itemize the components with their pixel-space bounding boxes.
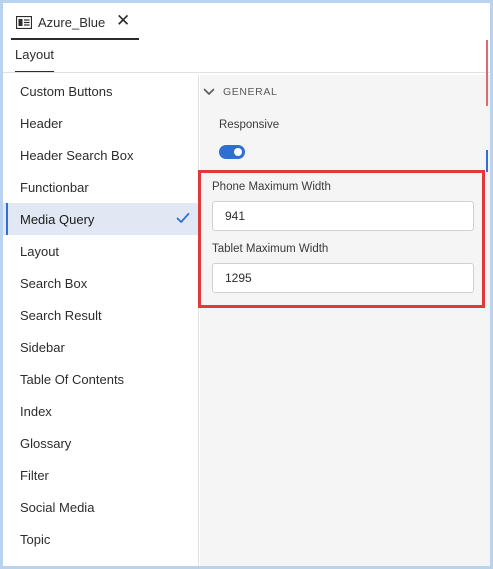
sidebar-item-topic[interactable]: Topic [3, 523, 198, 555]
properties-panel: GENERAL Responsive Phone Maximum Width T… [198, 75, 490, 566]
responsive-label: Responsive [219, 119, 280, 131]
sidebar-item-label: Custom Buttons [20, 83, 113, 99]
toggle-knob [234, 148, 242, 156]
sidebar-item-glossary[interactable]: Glossary [3, 427, 198, 459]
sidebar-item-label: Media Query [20, 211, 95, 227]
tab-divider [3, 72, 490, 73]
sidebar-item-header-search-box[interactable]: Header Search Box [3, 139, 198, 171]
sidebar-item-table-of-contents[interactable]: Table Of Contents [3, 363, 198, 395]
scrollbar-accent [486, 40, 488, 106]
sidebar-item-filter[interactable]: Filter [3, 459, 198, 491]
sidebar-item-label: Filter [20, 467, 49, 483]
close-icon[interactable]: ✕ [116, 12, 130, 29]
sidebar-item-label: Topic [20, 531, 51, 547]
section-title: GENERAL [223, 86, 278, 98]
checkmark-icon [176, 212, 190, 223]
sidebar-item-functionbar[interactable]: Functionbar [3, 171, 198, 203]
sidebar-item-label: Search Result [20, 307, 102, 323]
sidebar-item-label: Sidebar [20, 339, 65, 355]
sidebar-item-search-result[interactable]: Search Result [3, 299, 198, 331]
sidebar-item-label: Table Of Contents [20, 371, 125, 387]
app-window: Azure_Blue ✕ Layout Custom Buttons Heade… [0, 0, 493, 569]
sidebar-item-label: Layout [20, 243, 60, 259]
scrollbar-thumb[interactable] [486, 150, 488, 172]
sidebar-item-label: Header Search Box [20, 147, 134, 163]
highlight-box: Phone Maximum Width Tablet Maximum Width [198, 170, 485, 308]
section-general-header[interactable]: GENERAL [203, 84, 277, 100]
tab-azure-blue[interactable]: Azure_Blue ✕ [11, 6, 139, 40]
sidebar-item-label: Search Box [20, 275, 88, 291]
tab-layout[interactable]: Layout [15, 47, 55, 73]
sidebar: Custom Buttons Header Header Search Box … [3, 75, 199, 566]
tab-title: Azure_Blue [38, 15, 106, 30]
sidebar-item-label: Social Media [20, 499, 95, 515]
sidebar-item-index[interactable]: Index [3, 395, 198, 427]
responsive-toggle[interactable] [219, 145, 245, 159]
sidebar-item-label: Header [20, 115, 63, 131]
sidebar-item-custom-buttons[interactable]: Custom Buttons [3, 75, 198, 107]
tablet-max-width-input[interactable] [212, 263, 474, 293]
sidebar-item-sidebar[interactable]: Sidebar [3, 331, 198, 363]
sidebar-item-label: Functionbar [20, 179, 89, 195]
sidebar-item-search-box[interactable]: Search Box [3, 267, 198, 299]
tablet-max-width-label: Tablet Maximum Width [212, 243, 329, 255]
sidebar-item-label: Index [20, 403, 52, 419]
sidebar-item-social-media[interactable]: Social Media [3, 491, 198, 523]
chevron-down-icon [203, 88, 215, 95]
sidebar-item-media-query[interactable]: Media Query [3, 203, 198, 235]
sidebar-item-layout[interactable]: Layout [3, 235, 198, 267]
layout-panel-icon [16, 16, 32, 29]
sidebar-item-label: Glossary [20, 435, 72, 451]
phone-max-width-input[interactable] [212, 201, 474, 231]
sidebar-item-header[interactable]: Header [3, 107, 198, 139]
phone-max-width-label: Phone Maximum Width [212, 181, 331, 193]
